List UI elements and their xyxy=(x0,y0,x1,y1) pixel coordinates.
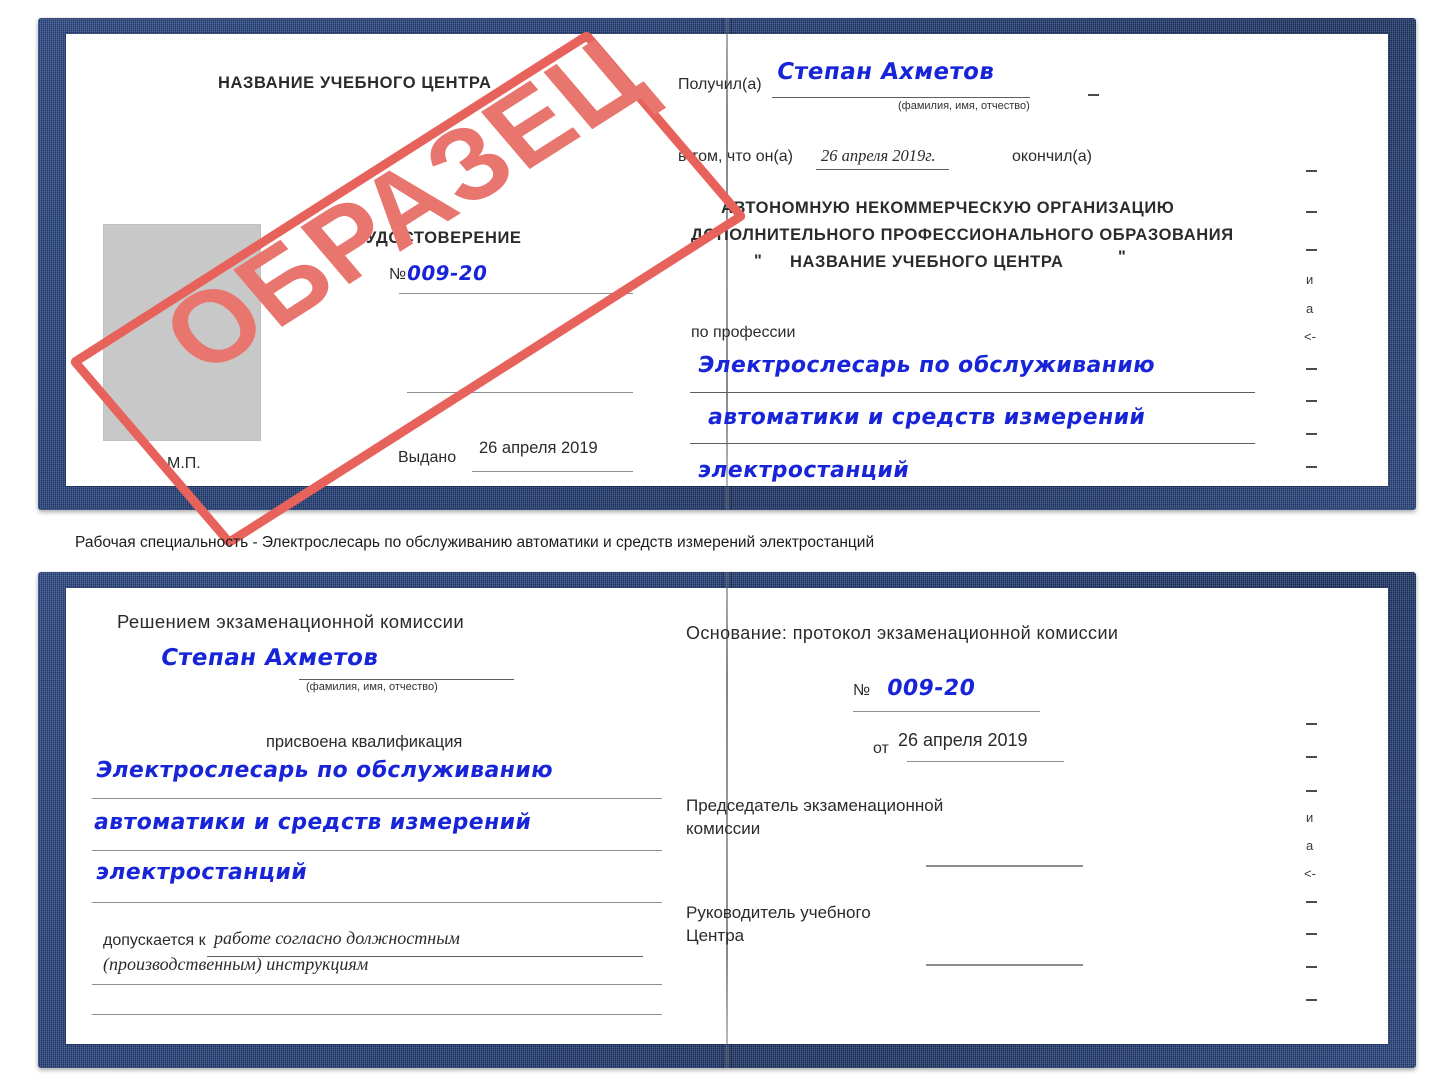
org-line-3: НАЗВАНИЕ УЧЕБНОГО ЦЕНТРА xyxy=(790,253,1064,271)
head-signature-rule xyxy=(926,964,1083,966)
protocol-number-label: № xyxy=(853,682,871,699)
margin-dash-b2 xyxy=(1306,756,1317,758)
in-that-label: в том, что он(а) xyxy=(678,148,793,165)
margin-dash-b7 xyxy=(1306,999,1317,1001)
received-label: Получил(а) xyxy=(678,76,762,93)
profession-rule-2 xyxy=(690,443,1255,444)
training-center-name: НАЗВАНИЕ УЧЕБНОГО ЦЕНТРА xyxy=(218,74,492,92)
certificate-title: УДОСТОВЕРЕНИЕ xyxy=(366,229,522,247)
certificate-bottom-pages: Решением экзаменационной комиссии Степан… xyxy=(66,588,1388,1044)
head-line-2: Центра xyxy=(686,926,745,945)
received-rule xyxy=(772,97,1030,98)
bottom-right-page: Основание: протокол экзаменационной коми… xyxy=(668,588,1388,1044)
top-right-page: Получил(а) Степан Ахметов (фамилия, имя,… xyxy=(668,34,1388,486)
qualification-rule-3 xyxy=(92,902,662,903)
received-value: Степан Ахметов xyxy=(774,59,997,85)
number-label: № xyxy=(389,266,407,283)
margin-fragment-a-bottom: а xyxy=(1306,838,1314,853)
margin-fragment-a: а xyxy=(1306,301,1314,316)
issued-label: Выдано xyxy=(398,449,457,466)
profession-rule-1 xyxy=(690,392,1255,393)
fio-hint: (фамилия, имя, отчество) xyxy=(898,100,1030,112)
org-quote-open: " xyxy=(754,252,763,270)
profession-line-2: автоматики и средств измерений xyxy=(706,405,1148,430)
number-value: 009-20 xyxy=(405,261,490,285)
margin-dash-b1 xyxy=(1306,723,1317,725)
seal-label: М.П. xyxy=(167,455,201,472)
chairman-line-2: комиссии xyxy=(686,819,761,838)
margin-dash-b5 xyxy=(1306,933,1317,935)
number-rule xyxy=(399,293,633,294)
finish-date-rule xyxy=(816,169,949,170)
admitted-value-line-2: (производственным) инструкциям xyxy=(103,954,369,974)
certificate-top-pages: НАЗВАНИЕ УЧЕБНОГО ЦЕНТРА УДОСТОВЕРЕНИЕ №… xyxy=(66,34,1388,486)
org-line-2: ДОПОЛНИТЕЛЬНОГО ПРОФЕССИОНАЛЬНОГО ОБРАЗО… xyxy=(691,226,1234,244)
qualification-line-3: электростанций xyxy=(94,860,310,885)
awardee-name-rule xyxy=(299,679,514,680)
margin-dash-b6 xyxy=(1306,966,1317,968)
head-line-1: Руководитель учебного xyxy=(686,903,871,922)
qualification-rule-2 xyxy=(92,850,662,851)
protocol-date-value: 26 апреля 2019 xyxy=(898,730,1028,750)
basis-label: Основание: протокол экзаменационной коми… xyxy=(686,623,1119,643)
admitted-value-line-1: работе согласно должностным xyxy=(214,928,460,948)
awardee-name: Степан Ахметов xyxy=(158,645,381,671)
org-quote-close: " xyxy=(1118,248,1127,266)
blank-rule-2 xyxy=(407,392,633,393)
issued-rule xyxy=(472,471,633,472)
qualification-line-2: автоматики и средств измерений xyxy=(92,810,534,835)
profession-label: по профессии xyxy=(691,324,796,341)
protocol-date-label: от xyxy=(873,740,889,757)
admitted-rule-3 xyxy=(92,1014,662,1015)
edge-dash-top xyxy=(1088,94,1099,96)
margin-fragment-i: и xyxy=(1306,272,1314,287)
margin-fragment-arrow: <- xyxy=(1304,329,1316,344)
margin-dash-1 xyxy=(1306,170,1317,172)
top-left-page: НАЗВАНИЕ УЧЕБНОГО ЦЕНТРА УДОСТОВЕРЕНИЕ №… xyxy=(66,34,662,486)
finish-date-value: 26 апреля 2019г. xyxy=(821,146,936,165)
margin-dash-b4 xyxy=(1306,901,1317,903)
margin-dash-2 xyxy=(1306,211,1317,213)
chairman-line-1: Председатель экзаменационной xyxy=(686,796,944,815)
commission-decision-heading: Решением экзаменационной комиссии xyxy=(117,611,465,632)
protocol-date-rule xyxy=(907,761,1064,762)
margin-dash-4 xyxy=(1306,368,1317,370)
qualification-label: присвоена квалификация xyxy=(266,733,463,751)
profession-line-1: Электрослесарь по обслуживанию xyxy=(696,353,1158,378)
org-line-1: АВТОНОМНУЮ НЕКОММЕРЧЕСКУЮ ОРГАНИЗАЦИЮ xyxy=(721,199,1175,217)
margin-dash-7 xyxy=(1306,466,1317,468)
margin-fragment-i-bottom: и xyxy=(1306,810,1314,825)
protocol-number-rule xyxy=(853,711,1040,712)
fio-hint-bottom: (фамилия, имя, отчество) xyxy=(306,681,438,693)
chairman-signature-rule xyxy=(926,865,1083,867)
qualification-line-1: Электрослесарь по обслуживанию xyxy=(94,758,556,783)
finished-label: окончил(а) xyxy=(1012,148,1092,165)
margin-dash-5 xyxy=(1306,400,1317,402)
issued-value: 26 апреля 2019 xyxy=(479,439,598,457)
margin-dash-6 xyxy=(1306,433,1317,435)
admitted-label: допускается к xyxy=(103,932,206,949)
margin-dash-3 xyxy=(1306,249,1317,251)
protocol-number-value: 009-20 xyxy=(885,676,978,701)
photo-placeholder xyxy=(103,224,261,441)
qualification-rule-1 xyxy=(92,798,662,799)
admitted-rule-2 xyxy=(92,984,662,985)
margin-dash-b3 xyxy=(1306,790,1317,792)
page-caption: Рабочая специальность - Электрослесарь п… xyxy=(75,534,875,551)
bottom-left-page: Решением экзаменационной комиссии Степан… xyxy=(66,588,662,1044)
profession-line-3: электростанций xyxy=(696,458,912,483)
margin-fragment-arrow-bottom: <- xyxy=(1304,866,1316,881)
